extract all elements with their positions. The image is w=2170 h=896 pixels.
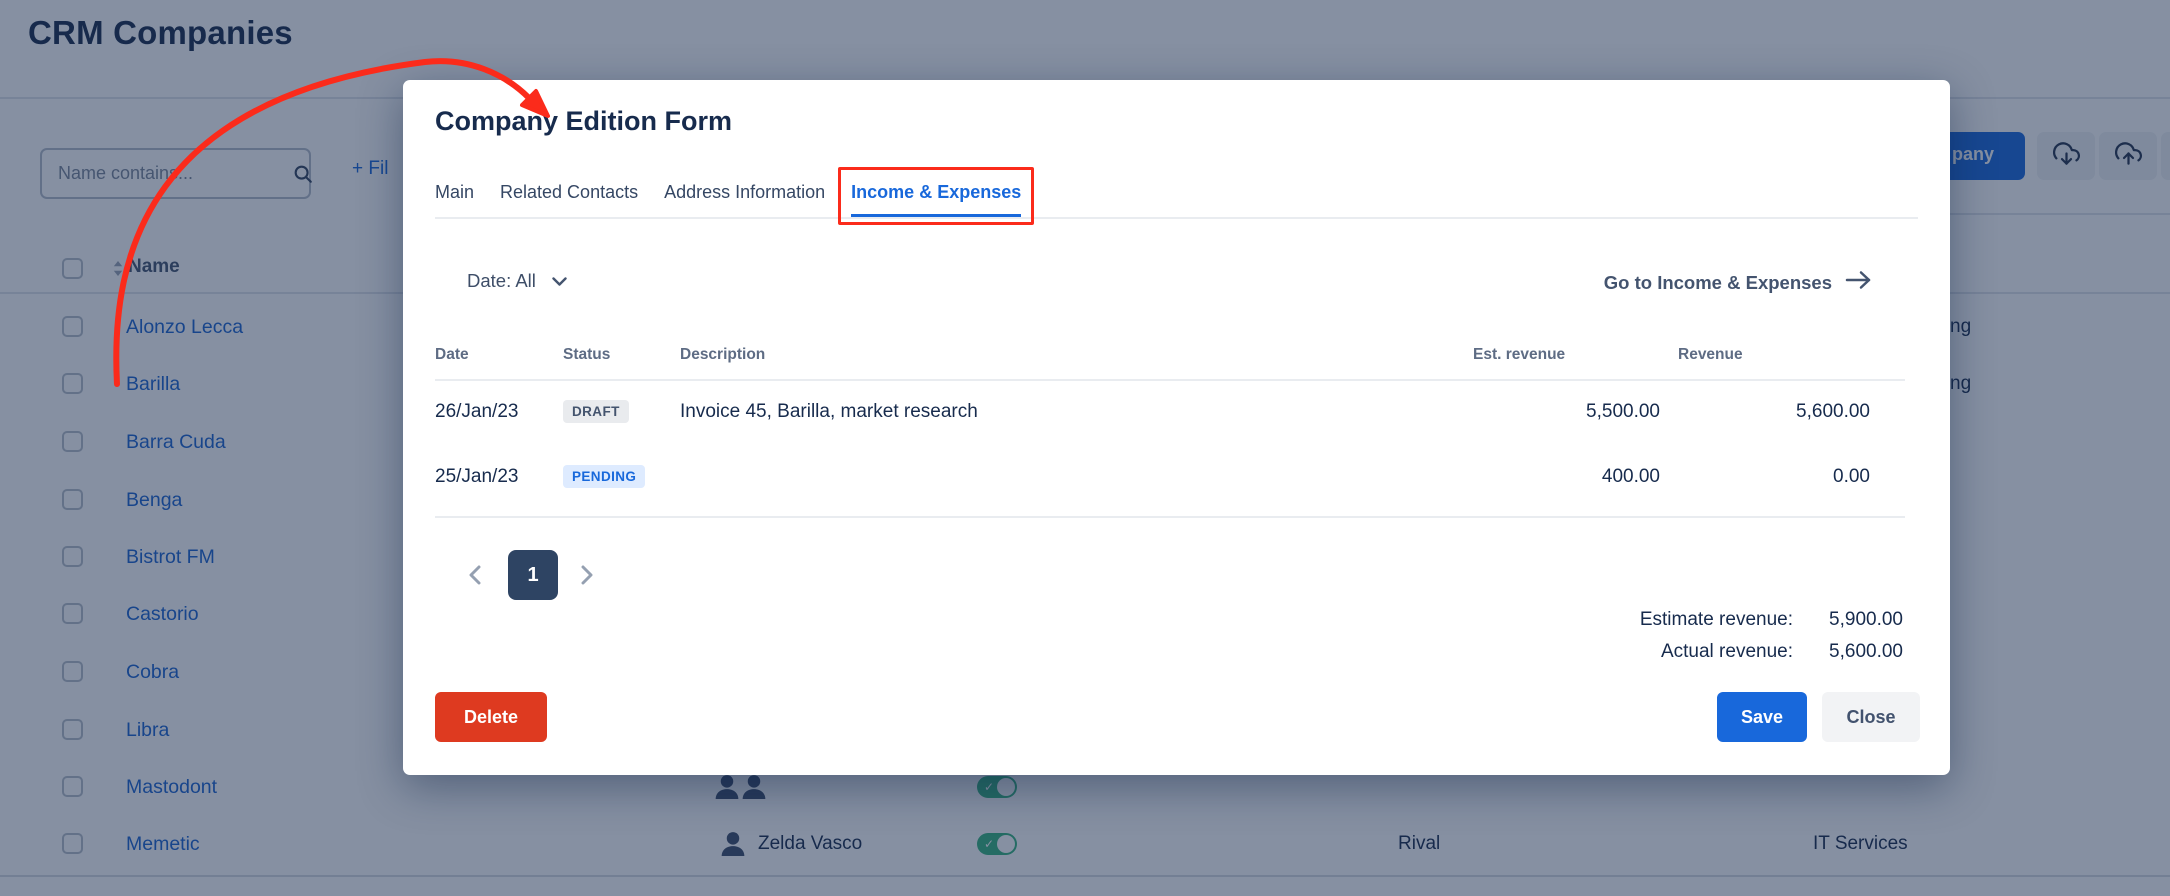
income-table-row: 25/Jan/23 PENDING 400.00 0.00: [403, 457, 1950, 497]
tab-income-expenses-label: Income & Expenses: [851, 182, 1021, 202]
badge-pending: PENDING: [563, 465, 645, 488]
badge-draft: DRAFT: [563, 400, 629, 423]
col-header-description: Description: [680, 346, 765, 364]
go-link-label: Go to Income & Expenses: [1604, 272, 1832, 294]
cell-date: 25/Jan/23: [435, 457, 518, 497]
cell-revenue: 5,600.00: [1650, 392, 1870, 432]
arrow-right-icon: [1845, 270, 1873, 295]
col-header-est-revenue: Est. revenue: [1473, 346, 1565, 364]
cell-est-revenue: 5,500.00: [1440, 392, 1660, 432]
col-header-status: Status: [563, 346, 610, 364]
estimate-revenue-line: Estimate revenue: 5,900.00: [1640, 604, 1903, 636]
company-edition-modal: Company Edition Form Main Related Contac…: [403, 80, 1950, 775]
col-header-revenue: Revenue: [1678, 346, 1743, 364]
row-divider: [435, 379, 1905, 381]
cell-revenue: 0.00: [1650, 457, 1870, 497]
tab-address-information[interactable]: Address Information: [664, 182, 825, 217]
actual-revenue-line: Actual revenue: 5,600.00: [1661, 636, 1903, 668]
tab-income-expenses[interactable]: Income & Expenses: [851, 182, 1021, 217]
estimate-revenue-value: 5,900.00: [1793, 604, 1903, 636]
go-to-income-expenses-link[interactable]: Go to Income & Expenses: [1604, 270, 1873, 295]
date-filter-label: Date: All: [467, 270, 536, 292]
save-button[interactable]: Save: [1717, 692, 1807, 742]
chevron-down-icon: [552, 270, 567, 292]
row-divider: [435, 516, 1905, 518]
modal-title: Company Edition Form: [435, 106, 732, 137]
pagination-next-button[interactable]: [575, 563, 599, 587]
close-button[interactable]: Close: [1822, 692, 1920, 742]
cell-date: 26/Jan/23: [435, 392, 518, 432]
actual-revenue-label: Actual revenue:: [1661, 636, 1793, 668]
col-header-date: Date: [435, 346, 469, 364]
crm-companies-page: CRM Companies + Fil pany: [0, 0, 2170, 896]
cell-est-revenue: 400.00: [1440, 457, 1660, 497]
tab-main[interactable]: Main: [435, 182, 474, 217]
modal-tabs: Main Related Contacts Address Informatio…: [435, 182, 1918, 219]
tab-related-contacts[interactable]: Related Contacts: [500, 182, 638, 217]
estimate-revenue-label: Estimate revenue:: [1640, 604, 1793, 636]
date-filter-dropdown[interactable]: Date: All: [467, 270, 567, 292]
status-badge: DRAFT: [563, 392, 629, 432]
pagination-prev-button[interactable]: [463, 563, 487, 587]
income-table-row: 26/Jan/23 DRAFT Invoice 45, Barilla, mar…: [403, 392, 1950, 432]
revenue-summary: Estimate revenue: 5,900.00 Actual revenu…: [1640, 604, 1903, 668]
pagination-page-1[interactable]: 1: [508, 550, 558, 600]
actual-revenue-value: 5,600.00: [1793, 636, 1903, 668]
cell-description: Invoice 45, Barilla, market research: [680, 392, 978, 432]
delete-button[interactable]: Delete: [435, 692, 547, 742]
status-badge: PENDING: [563, 457, 645, 497]
